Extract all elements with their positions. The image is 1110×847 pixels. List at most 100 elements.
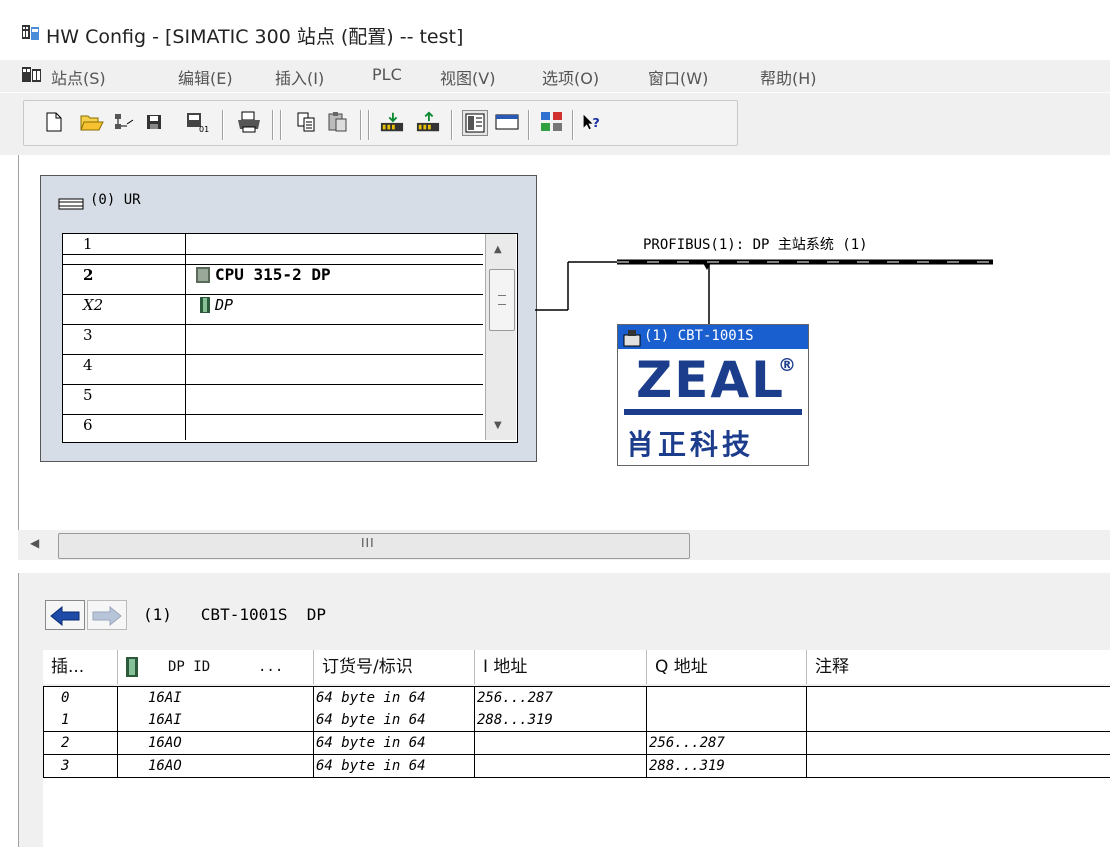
cell-order: 64 byte in 64 — [314, 709, 475, 731]
cell-q-address — [647, 709, 807, 731]
col-slot-header[interactable]: 插... — [43, 650, 118, 684]
rack-row[interactable]: 4 — [63, 354, 483, 375]
cell-comment — [807, 709, 1110, 731]
table-row[interactable]: 2 16AO 64 byte in 64 256...287 — [43, 732, 1110, 755]
rack-row[interactable]: 6 — [63, 414, 483, 435]
rack-module — [188, 234, 483, 254]
menu-window[interactable]: 窗口(W) — [648, 65, 708, 89]
rack-slot: 4 — [83, 356, 93, 374]
menu-help[interactable]: 帮助(H) — [760, 65, 817, 89]
svg-text:01: 01 — [199, 125, 209, 133]
menu-options[interactable]: 选项(O) — [542, 65, 599, 89]
menu-insert[interactable]: 插入(I) — [275, 65, 324, 89]
menu-plc[interactable]: PLC — [372, 65, 402, 84]
cell-slot: 1 — [43, 709, 118, 731]
forward-button[interactable] — [87, 600, 127, 630]
rack-slot: 6 — [83, 416, 93, 434]
cell-q-address — [647, 687, 807, 709]
paste-icon[interactable] — [326, 110, 350, 134]
menu-station[interactable]: 站点(S) — [51, 65, 106, 89]
col-dpid-ellipsis: ... — [258, 659, 284, 675]
table-row[interactable]: 0 16AI 64 byte in 64 256...287 — [43, 686, 1110, 710]
rack-scroll-thumb[interactable] — [489, 269, 515, 331]
rack-row[interactable]: 5 — [63, 384, 483, 405]
col-i-header[interactable]: I 地址 — [475, 650, 647, 684]
compile-icon[interactable]: 01 — [185, 110, 209, 134]
rack-slot: X2 — [83, 296, 104, 314]
window-title: HW Config - [SIMATIC 300 站点 (配置) -- test… — [46, 26, 464, 48]
rack-module: DP — [215, 296, 234, 314]
help-icon[interactable]: ? — [582, 110, 606, 134]
hscroll-thumb[interactable]: III — [58, 533, 690, 559]
menu-system-icon[interactable] — [22, 66, 42, 84]
network-icon[interactable] — [113, 110, 137, 134]
table-row[interactable]: 1 16AI 64 byte in 64 288...319 — [43, 709, 1110, 732]
logo-cn-text: 肖正科技 — [626, 428, 755, 461]
save-icon[interactable] — [142, 110, 166, 134]
menu-edit[interactable]: 编辑(E) — [178, 65, 233, 89]
toolbar-separator — [368, 110, 370, 140]
bus-label[interactable]: PROFIBUS(1): DP 主站系统 (1) — [643, 234, 868, 254]
table-left-border — [43, 686, 44, 778]
toolbar-separator — [272, 110, 274, 140]
cell-i-address: 256...287 — [475, 687, 647, 709]
copy-icon[interactable] — [295, 110, 319, 134]
col-order-header[interactable]: 订货号/标识 — [314, 650, 475, 684]
cell-dpid: 16AO — [118, 732, 314, 754]
scroll-left-icon[interactable]: ◀ — [30, 536, 39, 550]
cell-slot: 2 — [43, 732, 118, 754]
zeal-logo: ZEAL ® 肖正科技 — [624, 351, 802, 461]
cell-slot: 3 — [43, 755, 118, 777]
cell-dpid: 16AI — [118, 687, 314, 709]
nav-buttons — [45, 600, 127, 630]
col-dpid-header[interactable]: DP ID ... — [118, 650, 314, 684]
netpro-icon[interactable] — [540, 110, 564, 134]
dp-slave-device[interactable]: (1) CBT-1001S ZEAL ® 肖正科技 — [617, 324, 809, 466]
logo-registered: ® — [778, 355, 796, 376]
rack-row[interactable]: 3 — [63, 324, 483, 345]
dp-interface-icon — [200, 297, 210, 317]
cell-order: 64 byte in 64 — [314, 687, 475, 709]
rack-row[interactable]: 1 — [63, 234, 483, 254]
logo-text: ZEAL — [636, 351, 785, 409]
rack-scrollbar[interactable]: ▲ ▼ — [485, 234, 516, 440]
print-icon[interactable] — [237, 110, 261, 134]
view-icon[interactable] — [495, 110, 519, 134]
col-dpid-label: DP ID — [168, 659, 211, 675]
cell-comment — [807, 755, 1110, 777]
scroll-down-icon[interactable]: ▼ — [494, 420, 502, 431]
rack-table[interactable]: 1 2 CPU 315-2 DP X2 DP 3 4 5 6 ▲ ▼ — [62, 233, 518, 443]
slave-icon — [623, 330, 641, 347]
rack-slot: 2 — [83, 266, 94, 284]
svg-text:?: ? — [592, 116, 599, 131]
cell-i-address: 288...319 — [475, 709, 647, 731]
toolbar-separator — [572, 110, 574, 140]
new-icon[interactable] — [42, 110, 66, 134]
cell-order: 64 byte in 64 — [314, 755, 475, 777]
rack-row[interactable]: 2 CPU 315-2 DP — [63, 264, 483, 285]
col-comment-header[interactable]: 注释 — [807, 650, 1110, 684]
device-header[interactable]: (1) CBT-1001S — [618, 325, 808, 349]
table-row[interactable]: 3 16AO 64 byte in 64 288...319 — [43, 755, 1110, 778]
toolbar-separator — [528, 110, 530, 140]
download-icon[interactable] — [380, 110, 404, 134]
cell-q-address: 256...287 — [647, 732, 807, 754]
back-button[interactable] — [45, 600, 85, 630]
rack-icon — [58, 196, 84, 215]
rack-slot: 5 — [83, 386, 93, 404]
cell-q-address: 288...319 — [647, 755, 807, 777]
cell-i-address — [475, 755, 647, 777]
col-q-header[interactable]: Q 地址 — [647, 650, 807, 684]
table-empty-area — [43, 778, 1110, 847]
device-label: (1) CBT-1001S — [644, 328, 754, 344]
cell-dpid: 16AO — [118, 755, 314, 777]
menu-view[interactable]: 视图(V) — [440, 65, 495, 89]
open-icon[interactable] — [80, 110, 104, 134]
upload-icon[interactable] — [416, 110, 440, 134]
toolbar-separator — [451, 110, 453, 140]
rack-row[interactable]: X2 DP — [63, 294, 483, 315]
toolbar-separator — [360, 110, 362, 140]
scroll-up-icon[interactable]: ▲ — [494, 244, 502, 255]
catalog-icon[interactable] — [462, 110, 488, 136]
toolbar-separator — [222, 110, 224, 140]
